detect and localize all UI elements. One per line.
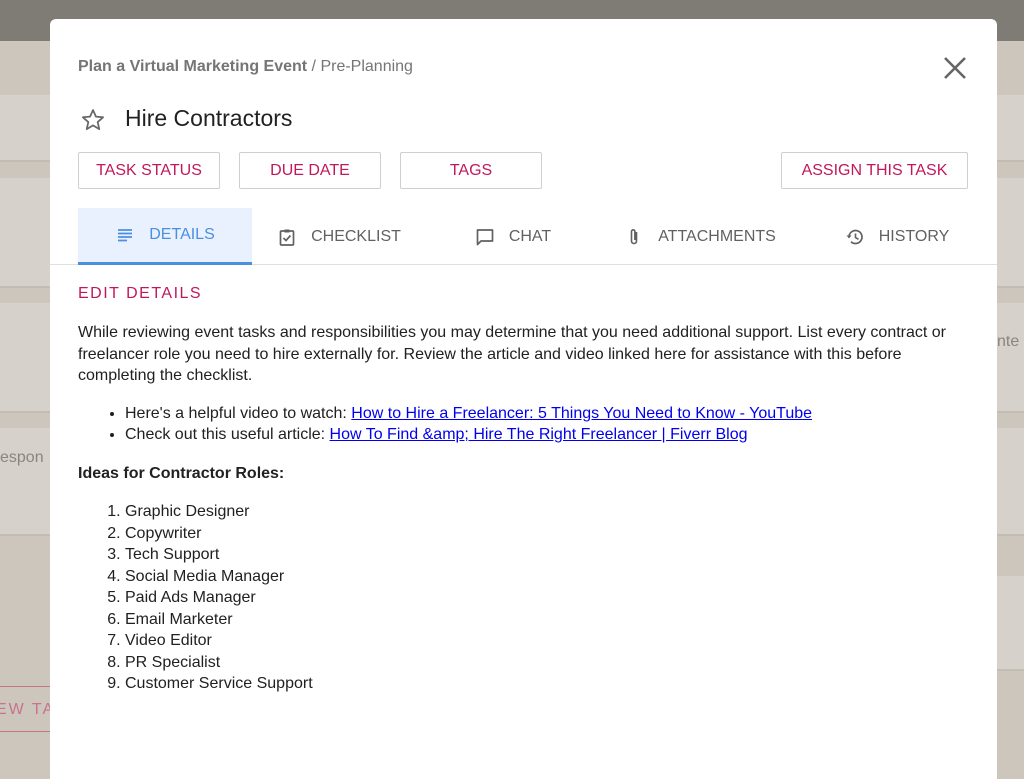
- list-item: Check out this useful article: How To Fi…: [125, 424, 978, 446]
- edit-details-link[interactable]: EDIT DETAILS: [78, 285, 202, 303]
- task-status-button[interactable]: TASK STATUS: [78, 152, 220, 189]
- video-link[interactable]: How to Hire a Freelancer: 5 Things You N…: [351, 405, 812, 422]
- background-new-task-button[interactable]: EW TA: [0, 686, 50, 732]
- list-item: Graphic Designer: [125, 501, 978, 523]
- list-item: Tech Support: [125, 544, 978, 566]
- breadcrumb-section[interactable]: Pre-Planning: [320, 58, 413, 75]
- roles-list: Graphic Designer Copywriter Tech Support…: [125, 501, 978, 695]
- notes-icon: [118, 229, 133, 242]
- tab-bar: DETAILS CHECKLIST CHAT ATTACHMENTS HISTO…: [50, 208, 997, 265]
- list-item: PR Specialist: [125, 652, 978, 674]
- task-modal: Plan a Virtual Marketing Event / Pre-Pla…: [50, 19, 997, 779]
- tags-button[interactable]: TAGS: [400, 152, 542, 189]
- due-date-button[interactable]: DUE DATE: [239, 152, 381, 189]
- tab-label: CHECKLIST: [311, 227, 401, 245]
- assign-task-button[interactable]: ASSIGN THIS TASK: [781, 152, 968, 189]
- article-link[interactable]: How To Find &amp; Hire The Right Freelan…: [330, 426, 748, 443]
- tab-details[interactable]: DETAILS: [78, 208, 252, 265]
- tab-label: HISTORY: [878, 227, 950, 245]
- list-item: Video Editor: [125, 630, 978, 652]
- description: While reviewing event tasks and responsi…: [78, 324, 947, 384]
- tab-history[interactable]: HISTORY: [810, 208, 984, 265]
- tab-attachments[interactable]: ATTACHMENTS: [600, 208, 800, 265]
- history-icon: [846, 229, 863, 244]
- list-item: Customer Service Support: [125, 673, 978, 695]
- list-item: Email Marketer: [125, 609, 978, 631]
- list-item: Copywriter: [125, 523, 978, 545]
- tab-chat[interactable]: CHAT: [426, 208, 600, 265]
- list-item: Social Media Manager: [125, 566, 978, 588]
- chat-bubble-icon: [476, 228, 494, 245]
- link-prefix: Here's a helpful video to watch:: [125, 404, 352, 422]
- background-text: espon: [0, 449, 44, 466]
- list-item: Paid Ads Manager: [125, 587, 978, 609]
- tab-label: ATTACHMENTS: [658, 227, 776, 245]
- tab-checklist[interactable]: CHECKLIST: [252, 208, 426, 265]
- task-title: Hire Contractors: [125, 105, 293, 131]
- tab-label: DETAILS: [149, 226, 215, 243]
- star-outline-icon[interactable]: [80, 107, 106, 133]
- clipboard-check-icon: [279, 229, 295, 246]
- breadcrumb-project[interactable]: Plan a Virtual Marketing Event: [78, 58, 307, 75]
- breadcrumb-separator: /: [307, 58, 321, 75]
- breadcrumb: Plan a Virtual Marketing Event / Pre-Pla…: [78, 58, 413, 76]
- tab-label: CHAT: [508, 227, 552, 245]
- link-prefix: Check out this useful article:: [125, 426, 330, 443]
- details-content: While reviewing event tasks and responsi…: [78, 322, 978, 695]
- resource-links: Here's a helpful video to watch: How to …: [125, 403, 978, 446]
- background-card: [997, 576, 1024, 671]
- ideas-heading: Ideas for Contractor Roles:: [78, 464, 285, 482]
- background-text: nte: [997, 333, 1020, 350]
- close-icon[interactable]: [940, 53, 970, 83]
- list-item: Here's a helpful video to watch: How to …: [125, 403, 978, 425]
- paperclip-icon: [630, 228, 638, 244]
